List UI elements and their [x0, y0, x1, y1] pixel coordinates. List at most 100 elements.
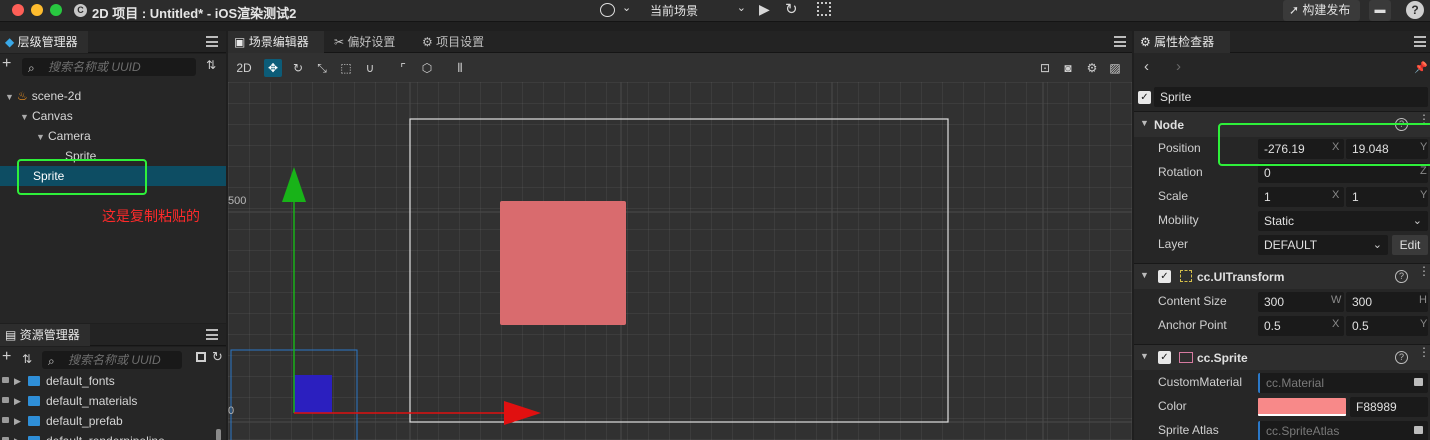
- scene-canvas[interactable]: 500 0: [228, 82, 1132, 440]
- more-options-icon[interactable]: ⋮: [1418, 346, 1430, 358]
- tree-node-scene[interactable]: ▼ ♨ scene-2d: [0, 86, 226, 106]
- pin-icon[interactable]: 📌: [1414, 61, 1428, 74]
- open-folder-button[interactable]: ▬: [1369, 0, 1391, 21]
- sprite-atlas-asset-field[interactable]: cc.SpriteAtlas: [1258, 421, 1428, 440]
- rotate-tool-icon[interactable]: ↻: [289, 59, 307, 77]
- scene-toolbar: 2D ✥ ↻ ⤡ ⬚ ∪ ⌜ ⬡ ⫴ ⊡ ◙ ⚙ ▨: [228, 54, 1132, 82]
- help-icon[interactable]: ?: [1395, 270, 1408, 283]
- tab-label: 偏好设置: [347, 35, 396, 49]
- magnet-tool-icon[interactable]: ∪: [361, 59, 379, 77]
- sprite-image-icon: [1179, 352, 1193, 363]
- node-active-checkbox[interactable]: ✓: [1138, 91, 1151, 104]
- move-tool-icon[interactable]: ✥: [264, 59, 282, 77]
- uitransform-enabled-checkbox[interactable]: ✓: [1158, 270, 1171, 283]
- lock-icon[interactable]: [1414, 426, 1423, 434]
- axis-w-label: W: [1331, 294, 1342, 306]
- gizmo-y-arrow[interactable]: [282, 167, 306, 202]
- sprite-pink-square[interactable]: [500, 201, 626, 325]
- asset-label: default_prefab: [46, 414, 123, 428]
- assets-search-input[interactable]: ⌕ 搜索名称或 UUID: [42, 351, 182, 369]
- play-button[interactable]: ▶: [759, 1, 770, 18]
- tab-inspector-label: 属性检查器: [1154, 35, 1215, 49]
- sprite-atlas-label: Sprite Atlas: [1158, 423, 1219, 437]
- image-view-icon[interactable]: ▨: [1106, 59, 1124, 77]
- scene-select[interactable]: 当前场景 ⌄: [643, 0, 751, 20]
- coordinate-toggle-icon[interactable]: ⬡: [418, 59, 436, 77]
- assets-refresh-button[interactable]: ↻: [212, 349, 223, 365]
- node-section-title: Node: [1154, 118, 1184, 132]
- assets-sort-button[interactable]: ⇅: [22, 352, 32, 366]
- scene-settings-gear-icon[interactable]: ⚙: [1083, 59, 1101, 77]
- hierarchy-menu-icon[interactable]: [206, 36, 218, 47]
- help-button[interactable]: ?: [1406, 1, 1424, 19]
- tree-node-camera[interactable]: ▼ Camera: [0, 126, 226, 146]
- rect-tool-icon[interactable]: ⬚: [337, 59, 355, 77]
- uitransform-section-header[interactable]: ▼ ✓ cc.UITransform ? ⋮: [1134, 263, 1430, 289]
- anchor-y-input[interactable]: 0.5: [1346, 316, 1428, 336]
- annotation-highlight-box: [17, 159, 147, 195]
- rotation-z-input[interactable]: 0: [1258, 163, 1428, 183]
- tree-node-label: Canvas: [32, 109, 73, 123]
- camera-icon[interactable]: ◙: [1059, 59, 1077, 77]
- asset-folder-row[interactable]: ▶ default_fonts: [0, 371, 226, 391]
- forward-arrow-icon[interactable]: ›: [1176, 58, 1181, 75]
- send-icon: ➚: [1289, 3, 1300, 17]
- color-swatch[interactable]: [1258, 398, 1346, 416]
- assets-menu-icon[interactable]: [206, 329, 218, 340]
- build-publish-button[interactable]: ➚ 构建发布: [1283, 0, 1360, 21]
- add-asset-button[interactable]: +: [2, 348, 11, 366]
- tab-assets[interactable]: ▤ 资源管理器: [0, 324, 90, 346]
- layer-select[interactable]: DEFAULT ⌄: [1258, 235, 1388, 255]
- hierarchy-search-input[interactable]: ⌕ 搜索名称或 UUID: [22, 58, 196, 76]
- assets-scrollbar[interactable]: [216, 429, 221, 440]
- chevron-down-icon: ⌄: [1372, 239, 1382, 251]
- scale-tool-icon[interactable]: ⤡: [313, 59, 331, 77]
- close-window-button[interactable]: [12, 4, 24, 16]
- tab-preferences[interactable]: ✂ 偏好设置: [334, 31, 414, 53]
- lock-icon[interactable]: [1414, 378, 1423, 386]
- add-node-button[interactable]: +: [2, 55, 11, 73]
- hierarchy-sort-button[interactable]: ⇅: [206, 58, 216, 72]
- platform-select[interactable]: ⌄: [594, 0, 638, 20]
- tab-scene-editor[interactable]: ▣ 场景编辑器: [228, 31, 324, 53]
- content-size-label: Content Size: [1158, 294, 1227, 308]
- back-arrow-icon[interactable]: ‹: [1144, 58, 1149, 75]
- collapse-all-icon[interactable]: [196, 352, 206, 362]
- asset-folder-row[interactable]: ▶ default_prefab: [0, 411, 226, 431]
- help-icon[interactable]: ?: [1395, 351, 1408, 364]
- tree-node-canvas[interactable]: ▼ Canvas: [0, 106, 226, 126]
- zoom-window-button[interactable]: [50, 4, 62, 16]
- qr-code-icon[interactable]: [817, 2, 831, 16]
- scene-panel: ▣ 场景编辑器 ✂ 偏好设置 ⚙ 项目设置 2D ✥ ↻ ⤡ ⬚ ∪ ⌜ ⬡ ⫴…: [228, 31, 1132, 440]
- more-options-icon[interactable]: ⋮: [1418, 265, 1430, 277]
- refresh-button[interactable]: ↻: [785, 0, 798, 18]
- axis-z-label: Z: [1420, 165, 1427, 177]
- pivot-toggle-icon[interactable]: ⌜: [394, 59, 412, 77]
- scene-menu-icon[interactable]: [1114, 36, 1126, 47]
- color-hex-input[interactable]: F88989: [1350, 397, 1428, 417]
- custom-material-asset-field[interactable]: cc.Material: [1258, 373, 1428, 393]
- toggle-2d-button[interactable]: 2D: [234, 59, 254, 77]
- annotation-text: 这是复制粘贴的: [102, 208, 200, 224]
- more-options-icon[interactable]: ⋮: [1418, 113, 1430, 125]
- align-tools-icon[interactable]: ⫴: [449, 59, 471, 77]
- content-height-input[interactable]: 300: [1346, 292, 1428, 312]
- sprite-blue-square[interactable]: [294, 375, 332, 413]
- tab-hierarchy[interactable]: ◆ 层级管理器: [0, 31, 88, 53]
- mobility-select[interactable]: Static ⌄: [1258, 211, 1428, 231]
- layer-edit-button[interactable]: Edit: [1392, 235, 1428, 255]
- tab-project-settings[interactable]: ⚙ 项目设置: [422, 31, 502, 53]
- sprite-section-header[interactable]: ▼ ✓ cc.Sprite ? ⋮: [1134, 344, 1430, 370]
- sprite-enabled-checkbox[interactable]: ✓: [1158, 351, 1171, 364]
- grid-major-lines: [228, 82, 1132, 440]
- scale-y-input[interactable]: 1: [1346, 187, 1428, 207]
- tab-inspector[interactable]: ⚙ 属性检查器: [1134, 31, 1230, 53]
- minimize-window-button[interactable]: [31, 4, 43, 16]
- frame-view-icon[interactable]: ⊡: [1036, 59, 1054, 77]
- asset-folder-row[interactable]: ▶ default_renderpipeline: [0, 431, 226, 440]
- chevron-down-icon: ⌄: [622, 2, 632, 14]
- node-name-input[interactable]: Sprite: [1154, 87, 1428, 107]
- sprite-title: cc.Sprite: [1197, 351, 1248, 365]
- inspector-menu-icon[interactable]: [1414, 36, 1426, 47]
- asset-folder-row[interactable]: ▶ default_materials: [0, 391, 226, 411]
